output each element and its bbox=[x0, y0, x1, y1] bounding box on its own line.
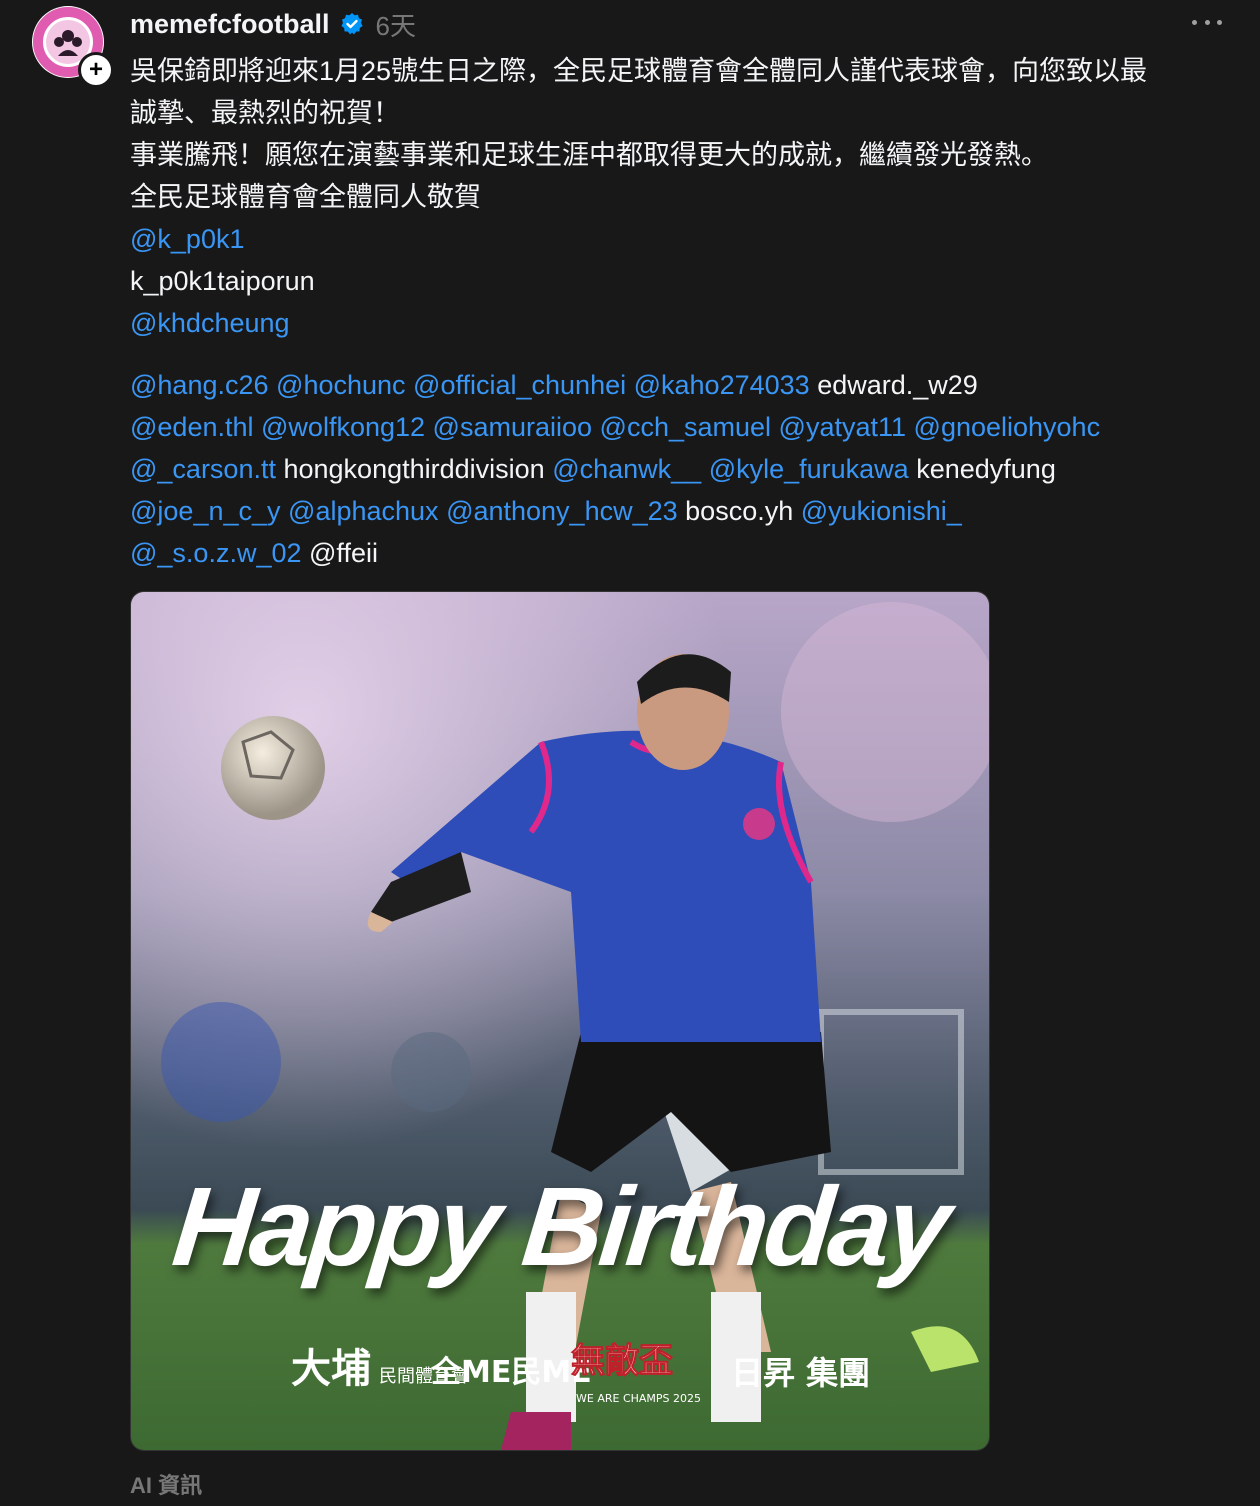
football-icon bbox=[221, 716, 325, 820]
tag-list: @hang.c26 @hochunc @official_chunhei @ka… bbox=[130, 364, 1230, 574]
tag-row: @joe_n_c_y @alphachux @anthony_hcw_23 bo… bbox=[130, 490, 1230, 532]
svg-text:WE ARE CHAMPS 2025: WE ARE CHAMPS 2025 bbox=[576, 1392, 701, 1405]
sponsor-logo: 日昇 集團 bbox=[731, 1354, 870, 1392]
happy-birthday-headline: Happy Birthday bbox=[167, 1164, 953, 1289]
tag-row: @hang.c26 @hochunc @official_chunhei @ka… bbox=[130, 364, 1230, 406]
tag-row: @_s.o.z.w_02 @ffeii bbox=[130, 532, 1230, 574]
follow-button[interactable]: + bbox=[78, 52, 114, 88]
post-header: memefcfootball 6天 bbox=[130, 4, 416, 44]
verified-badge-icon bbox=[340, 13, 363, 35]
mention-link[interactable]: @joe_n_c_y bbox=[130, 496, 281, 526]
ai-info-label[interactable]: AI 資訊 bbox=[130, 1468, 202, 1500]
caption-line: k_p0k1taiporun bbox=[130, 266, 315, 296]
post-time: 6天 bbox=[375, 10, 417, 41]
tag-text: kenedyfung bbox=[916, 454, 1056, 484]
sponsor-logo: 大埔 bbox=[291, 1345, 371, 1392]
mention-link[interactable]: @samuraiioo bbox=[433, 412, 592, 442]
mention-link[interactable]: @khdcheung bbox=[130, 302, 1230, 344]
post-caption: 吳保錡即將迎來1月25號生日之際，全民足球體育會全體同人謹代表球會，向您致以最 … bbox=[130, 50, 1230, 574]
mention-link[interactable]: @eden.thl bbox=[130, 412, 254, 442]
mention-link[interactable]: @kyle_furukawa bbox=[709, 454, 909, 484]
more-options-icon[interactable] bbox=[1192, 10, 1222, 34]
caption-line: 誠摯、最熱烈的祝賀！ bbox=[130, 98, 400, 128]
post-image[interactable]: 大埔 民間體育會 全ME民ME 無敵盃 WE ARE CHAMPS 2025 日… bbox=[130, 591, 990, 1451]
tag-text: hongkongthirddivision bbox=[283, 454, 545, 484]
username[interactable]: memefcfootball bbox=[130, 9, 330, 40]
tag-row: @eden.thl @wolfkong12 @samuraiioo @cch_s… bbox=[130, 406, 1230, 448]
tag-text: edward._w29 bbox=[817, 370, 978, 400]
mention-link[interactable]: @official_chunhei bbox=[413, 370, 626, 400]
mention-link[interactable]: @gnoeliohyohc bbox=[914, 412, 1101, 442]
profile-avatar[interactable]: + bbox=[32, 6, 114, 88]
mention-link[interactable]: @hochunc bbox=[276, 370, 406, 400]
birthday-photo: 大埔 民間體育會 全ME民ME 無敵盃 WE ARE CHAMPS 2025 日… bbox=[131, 592, 989, 1450]
caption-line: 吳保錡即將迎來1月25號生日之際，全民足球體育會全體同人謹代表球會，向您致以最 bbox=[130, 56, 1148, 86]
mention-link[interactable]: @k_p0k1 bbox=[130, 218, 1230, 260]
mention-link[interactable]: @chanwk__ bbox=[552, 454, 701, 484]
mention-link[interactable]: @wolfkong12 bbox=[261, 412, 425, 442]
tag-row: @_carson.tt hongkongthirddivision @chanw… bbox=[130, 448, 1230, 490]
mention-link[interactable]: @yukionishi_ bbox=[801, 496, 962, 526]
mention-link[interactable]: @kaho274033 bbox=[634, 370, 810, 400]
caption-line: 全民足球體育會全體同人敬賀 bbox=[130, 182, 481, 212]
mention-link[interactable]: @hang.c26 bbox=[130, 370, 269, 400]
mention-link[interactable]: @anthony_hcw_23 bbox=[446, 496, 678, 526]
tag-text: @ffeii bbox=[309, 538, 378, 568]
mention-link[interactable]: @cch_samuel bbox=[600, 412, 771, 442]
tag-text: bosco.yh bbox=[685, 496, 794, 526]
caption-line: 事業騰飛！願您在演藝事業和足球生涯中都取得更大的成就，繼續發光發熱。 bbox=[130, 140, 1048, 170]
threads-post: + memefcfootball 6天 吳保錡即將迎來1月25號生日之際，全民足… bbox=[0, 0, 1260, 1506]
mention-link[interactable]: @yatyat11 bbox=[779, 412, 906, 442]
sponsor-logo: 無敵盃 bbox=[571, 1341, 673, 1381]
mention-link[interactable]: @_carson.tt bbox=[130, 454, 276, 484]
sponsor-logo: 全ME民ME bbox=[430, 1355, 592, 1390]
mention-link[interactable]: @_s.o.z.w_02 bbox=[130, 538, 302, 568]
mention-link[interactable]: @alphachux bbox=[288, 496, 439, 526]
